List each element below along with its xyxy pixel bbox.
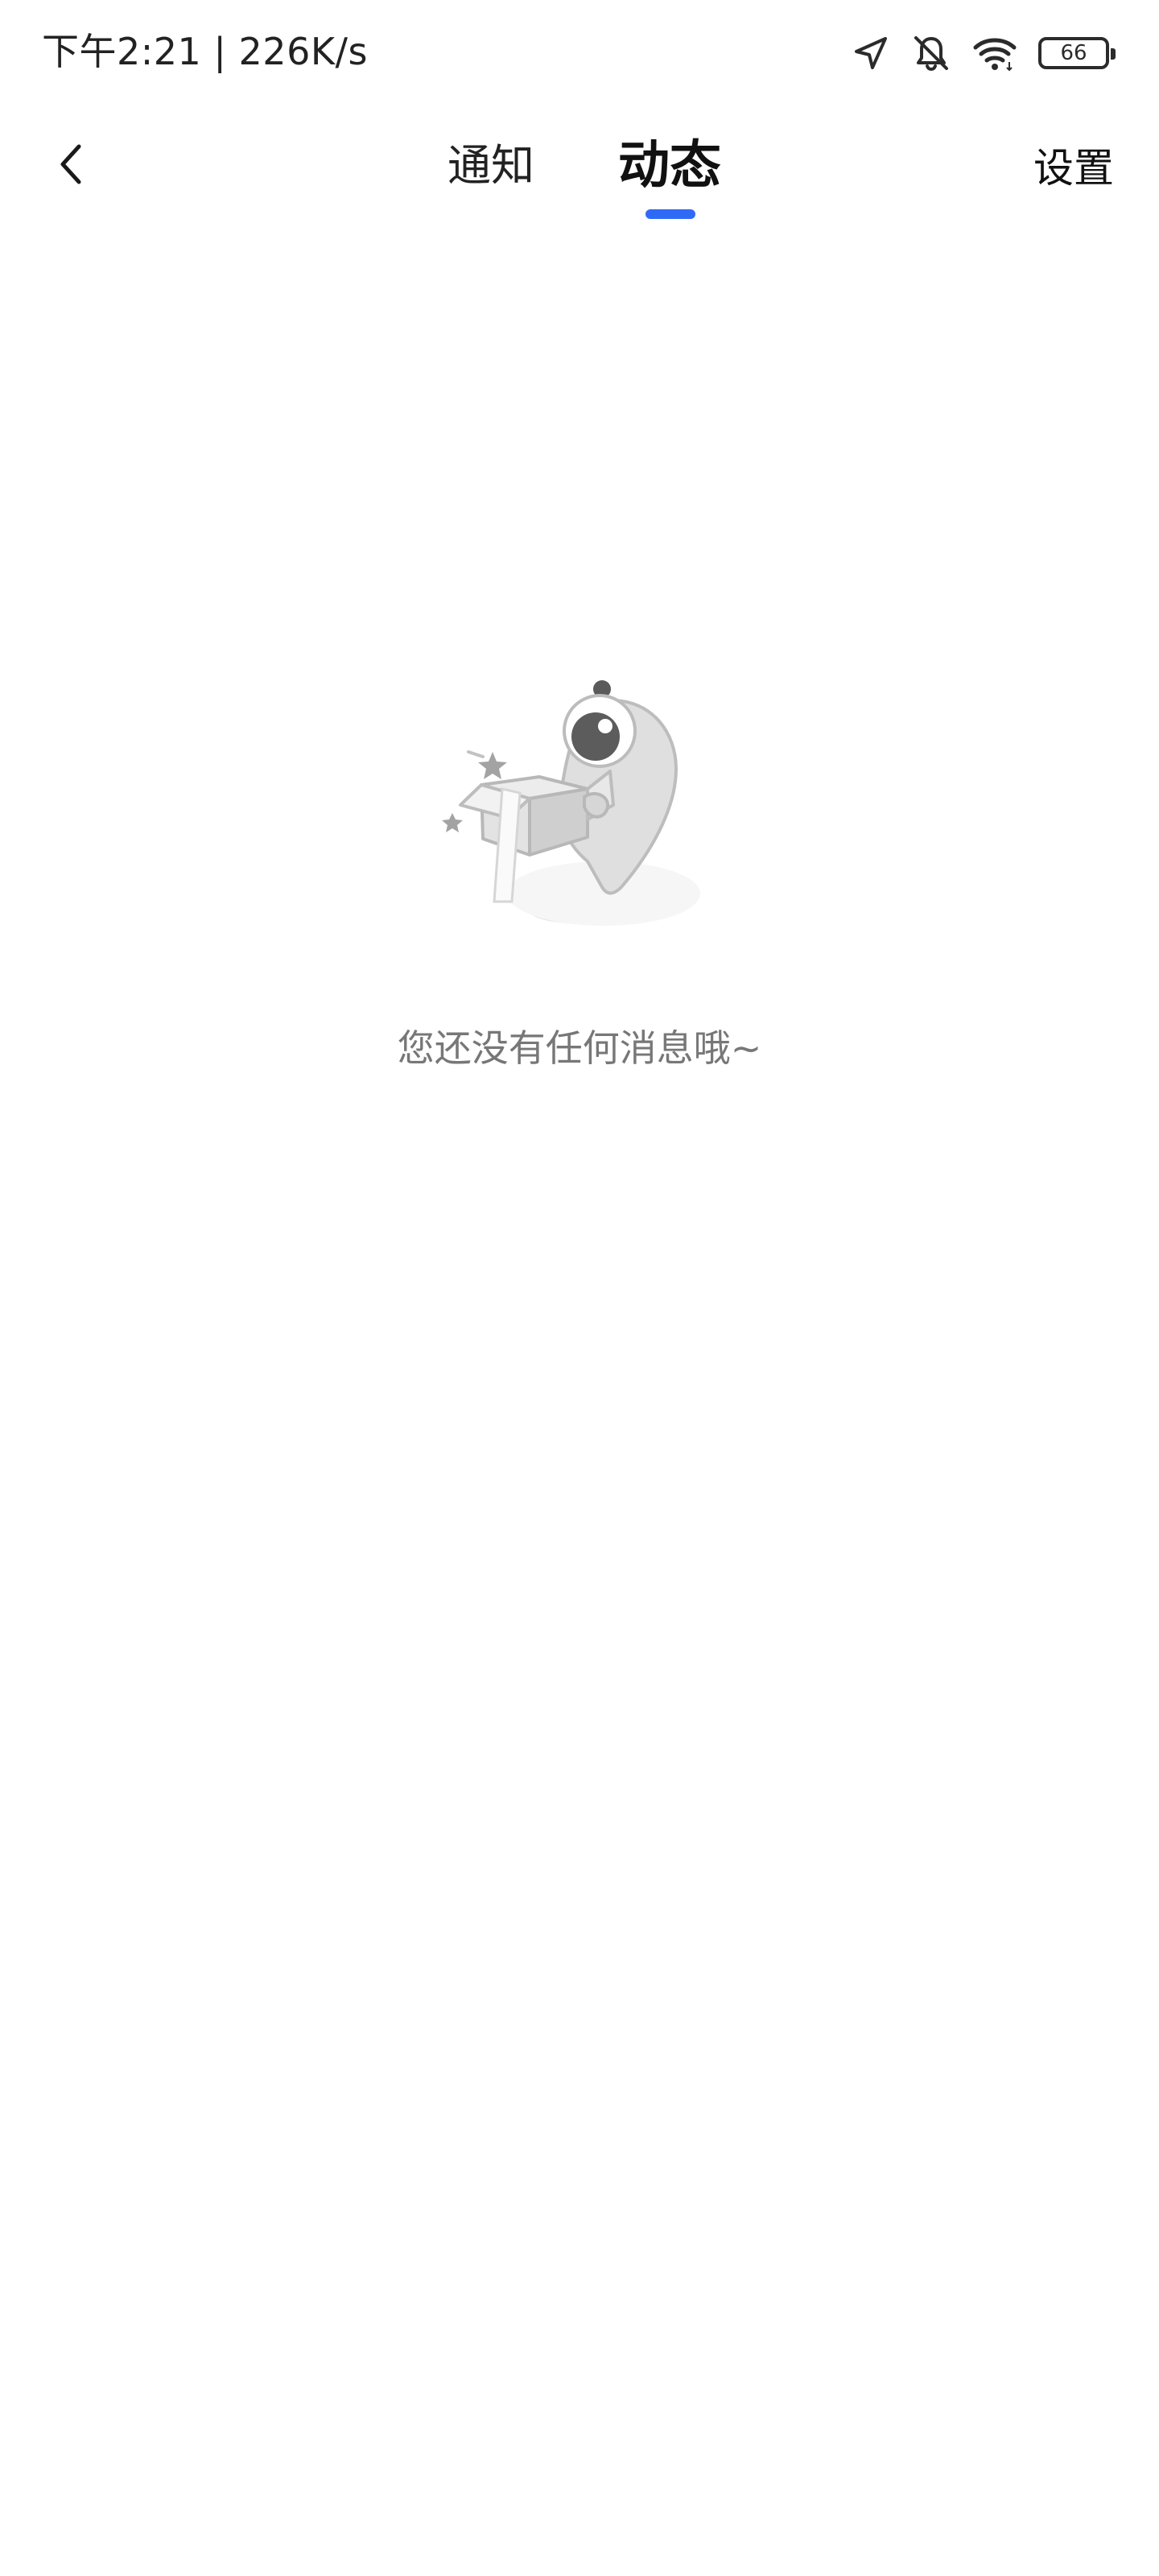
chevron-left-icon [55, 142, 87, 190]
wifi-icon [972, 35, 1017, 72]
tab-notifications[interactable]: 通知 [448, 134, 534, 198]
status-icons: 66 [852, 29, 1116, 77]
battery-level: 66 [1060, 41, 1087, 65]
empty-state-message: 您还没有任何消息哦~ [397, 1026, 762, 1070]
battery-icon: 66 [1038, 37, 1116, 69]
settings-button[interactable]: 设置 [1033, 140, 1114, 196]
top-navigation: 通知 动态 设置 [0, 121, 1159, 233]
active-tab-indicator [645, 209, 695, 219]
back-button[interactable] [45, 140, 97, 192]
bell-off-icon [911, 33, 951, 73]
location-icon [852, 34, 890, 72]
status-time-speed: 下午2:21 | 226K/s [42, 30, 368, 73]
status-bar: 下午2:21 | 226K/s 66 [0, 0, 1159, 105]
tab-activity[interactable]: 动态 [618, 134, 721, 198]
empty-box-mascot-illustration [435, 668, 724, 958]
